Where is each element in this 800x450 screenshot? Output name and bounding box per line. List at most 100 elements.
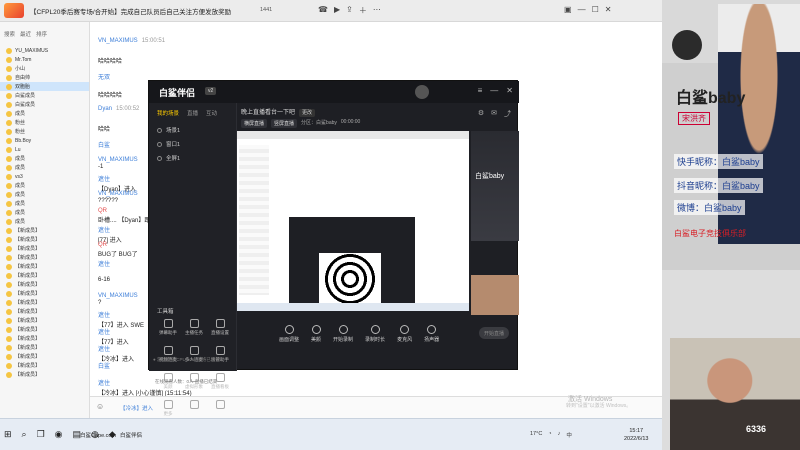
tool-button[interactable]: 弹幕助手 (155, 319, 181, 336)
member-item[interactable]: 白鲨成员 (0, 100, 89, 109)
member-item[interactable]: 【新成员】 (0, 334, 89, 343)
member-item[interactable]: 成员 (0, 190, 89, 199)
portrait-button[interactable]: 竖屏直播 (271, 119, 298, 128)
bottom-control-button[interactable]: 扬声器 (424, 325, 439, 343)
member-item[interactable]: 自由帅 (0, 73, 89, 82)
member-item[interactable]: 双胞胎 (0, 82, 89, 91)
bottom-control-button[interactable]: 麦克风 (397, 325, 412, 343)
share-icon[interactable]: ⤴ (504, 109, 511, 119)
close-icon[interactable]: ✕ (605, 5, 612, 14)
member-item[interactable]: 【新成员】 (0, 361, 89, 370)
member-item[interactable]: Mr.Tom (0, 55, 89, 64)
member-item[interactable]: Lu (0, 145, 89, 154)
member-item[interactable]: 【新成员】 (0, 307, 89, 316)
edit-title-button[interactable]: 更改 (299, 109, 316, 117)
member-item[interactable]: 成员 (0, 154, 89, 163)
scene-item[interactable]: 窗口1 (149, 137, 236, 151)
member-item[interactable]: Bb.Boy (0, 136, 89, 145)
member-item[interactable]: 【新成员】 (0, 262, 89, 271)
member-item[interactable]: 成员 (0, 217, 89, 226)
member-item[interactable]: YU_MAXIMUS (0, 46, 89, 55)
tool-button[interactable]: 更多 (155, 400, 181, 417)
weather-temp[interactable]: 17°C (530, 431, 542, 439)
tool-button[interactable]: 主播任务 (181, 319, 207, 336)
member-item[interactable]: 粉丝 (0, 127, 89, 136)
tab-live[interactable]: 直播 (187, 109, 198, 117)
user-avatar[interactable] (415, 85, 429, 99)
member-item[interactable]: 【新成员】 (0, 298, 89, 307)
message-sender[interactable]: 无双 (98, 75, 110, 81)
tool-button[interactable] (181, 400, 207, 417)
message-sender[interactable]: 白鲨 (98, 143, 110, 149)
member-item[interactable]: 【新成员】 (0, 226, 89, 235)
message-sender[interactable]: 遮住 (98, 228, 110, 234)
message-sender[interactable]: 遮住 (98, 177, 110, 183)
volume-icon[interactable]: ♪ (558, 431, 561, 439)
notice-icon[interactable]: ✉ (491, 109, 497, 119)
system-clock[interactable]: 15:17 2022/6/13 (624, 427, 648, 443)
scene-item[interactable]: 全屏1 (149, 151, 236, 165)
member-item[interactable]: vs3 (0, 172, 89, 181)
settings-icon[interactable]: ⚙ (478, 109, 484, 119)
member-item[interactable]: 成员 (0, 181, 89, 190)
network-icon[interactable]: ◔ (548, 431, 551, 439)
member-item[interactable]: 【新成员】 (0, 370, 89, 379)
member-item[interactable]: 白鲨成员 (0, 91, 89, 100)
eye-icon[interactable] (157, 155, 162, 161)
message-sender[interactable]: 遮住 (98, 330, 110, 336)
member-item[interactable]: 【新成员】 (0, 289, 89, 298)
start-icon[interactable]: ⊞ (4, 429, 12, 440)
taskbar-app-1[interactable]: 白鲨Cape.com (80, 431, 116, 439)
message-sender[interactable]: Dyan (98, 106, 112, 112)
member-item[interactable]: 【新成员】 (0, 325, 89, 334)
member-item[interactable]: 【新成员】 (0, 343, 89, 352)
bottom-control-button[interactable]: 美颜 (311, 325, 321, 343)
message-sender[interactable]: VN_MAXIMUS (98, 293, 138, 299)
member-item[interactable]: 【新成员】 (0, 271, 89, 280)
message-sender[interactable]: VN_MAXIMUS (98, 157, 138, 163)
search-icon[interactable]: ⌕ (22, 429, 27, 440)
scene-item[interactable]: 场景1 (149, 123, 236, 137)
close-icon[interactable]: ✕ (506, 86, 513, 95)
message-sender[interactable]: VN_MAXIMUS (98, 38, 138, 44)
video-icon[interactable]: ▶ (334, 5, 340, 16)
message-sender[interactable]: 遮住 (98, 313, 110, 319)
message-sender[interactable]: 遮住 (98, 347, 110, 353)
tab-interact[interactable]: 互动 (206, 109, 217, 117)
filter-recent[interactable]: 最近 (20, 30, 31, 44)
member-search-input[interactable]: 搜索 (4, 30, 15, 44)
bottom-control-button[interactable]: 录制时长 (365, 325, 385, 343)
maximize-icon[interactable]: ☐ (592, 5, 599, 14)
phone-icon[interactable]: ☎ (318, 5, 328, 16)
message-sender[interactable]: 遮住 (98, 381, 110, 387)
browser-icon[interactable]: ◉ (55, 429, 63, 440)
message-sender[interactable]: VN_MAXIMUS (98, 191, 138, 197)
member-item[interactable]: 成员 (0, 109, 89, 118)
message-sender[interactable]: QR (98, 208, 107, 214)
eye-icon[interactable] (157, 127, 162, 133)
member-item[interactable]: 成员 (0, 199, 89, 208)
message-sender[interactable]: QR (98, 242, 107, 248)
member-item[interactable]: 【新成员】 (0, 244, 89, 253)
ime-indicator[interactable]: 中 (566, 431, 572, 439)
message-sender[interactable]: 遮住 (98, 262, 110, 268)
emoji-icon[interactable]: ☺ (96, 402, 104, 411)
member-item[interactable]: 【新成员】 (0, 280, 89, 289)
member-item[interactable]: 【新成员】 (0, 253, 89, 262)
member-item[interactable]: 粉丝 (0, 118, 89, 127)
tool-button[interactable] (207, 400, 233, 417)
more-icon[interactable]: ⋯ (373, 5, 381, 16)
minimize-icon[interactable]: — (490, 86, 498, 95)
member-item[interactable]: 成员 (0, 163, 89, 172)
taskview-icon[interactable]: ❐ (37, 429, 45, 440)
filter-sort[interactable]: 排序 (36, 30, 47, 44)
minimize-icon[interactable]: — (578, 5, 586, 14)
landscape-button[interactable]: 横屏直播 (241, 119, 268, 128)
member-item[interactable]: 【新成员】 (0, 235, 89, 244)
tab-scenes[interactable]: 我的场景 (157, 109, 179, 117)
input-hint[interactable]: 【冷冰】进入 (120, 404, 153, 412)
menu-icon[interactable]: ≡ (478, 86, 483, 95)
taskbar-app-2[interactable]: 白鲨伴侣 (120, 431, 142, 439)
message-sender[interactable]: 白鲨 (98, 364, 110, 370)
member-item[interactable]: 小山 (0, 64, 89, 73)
